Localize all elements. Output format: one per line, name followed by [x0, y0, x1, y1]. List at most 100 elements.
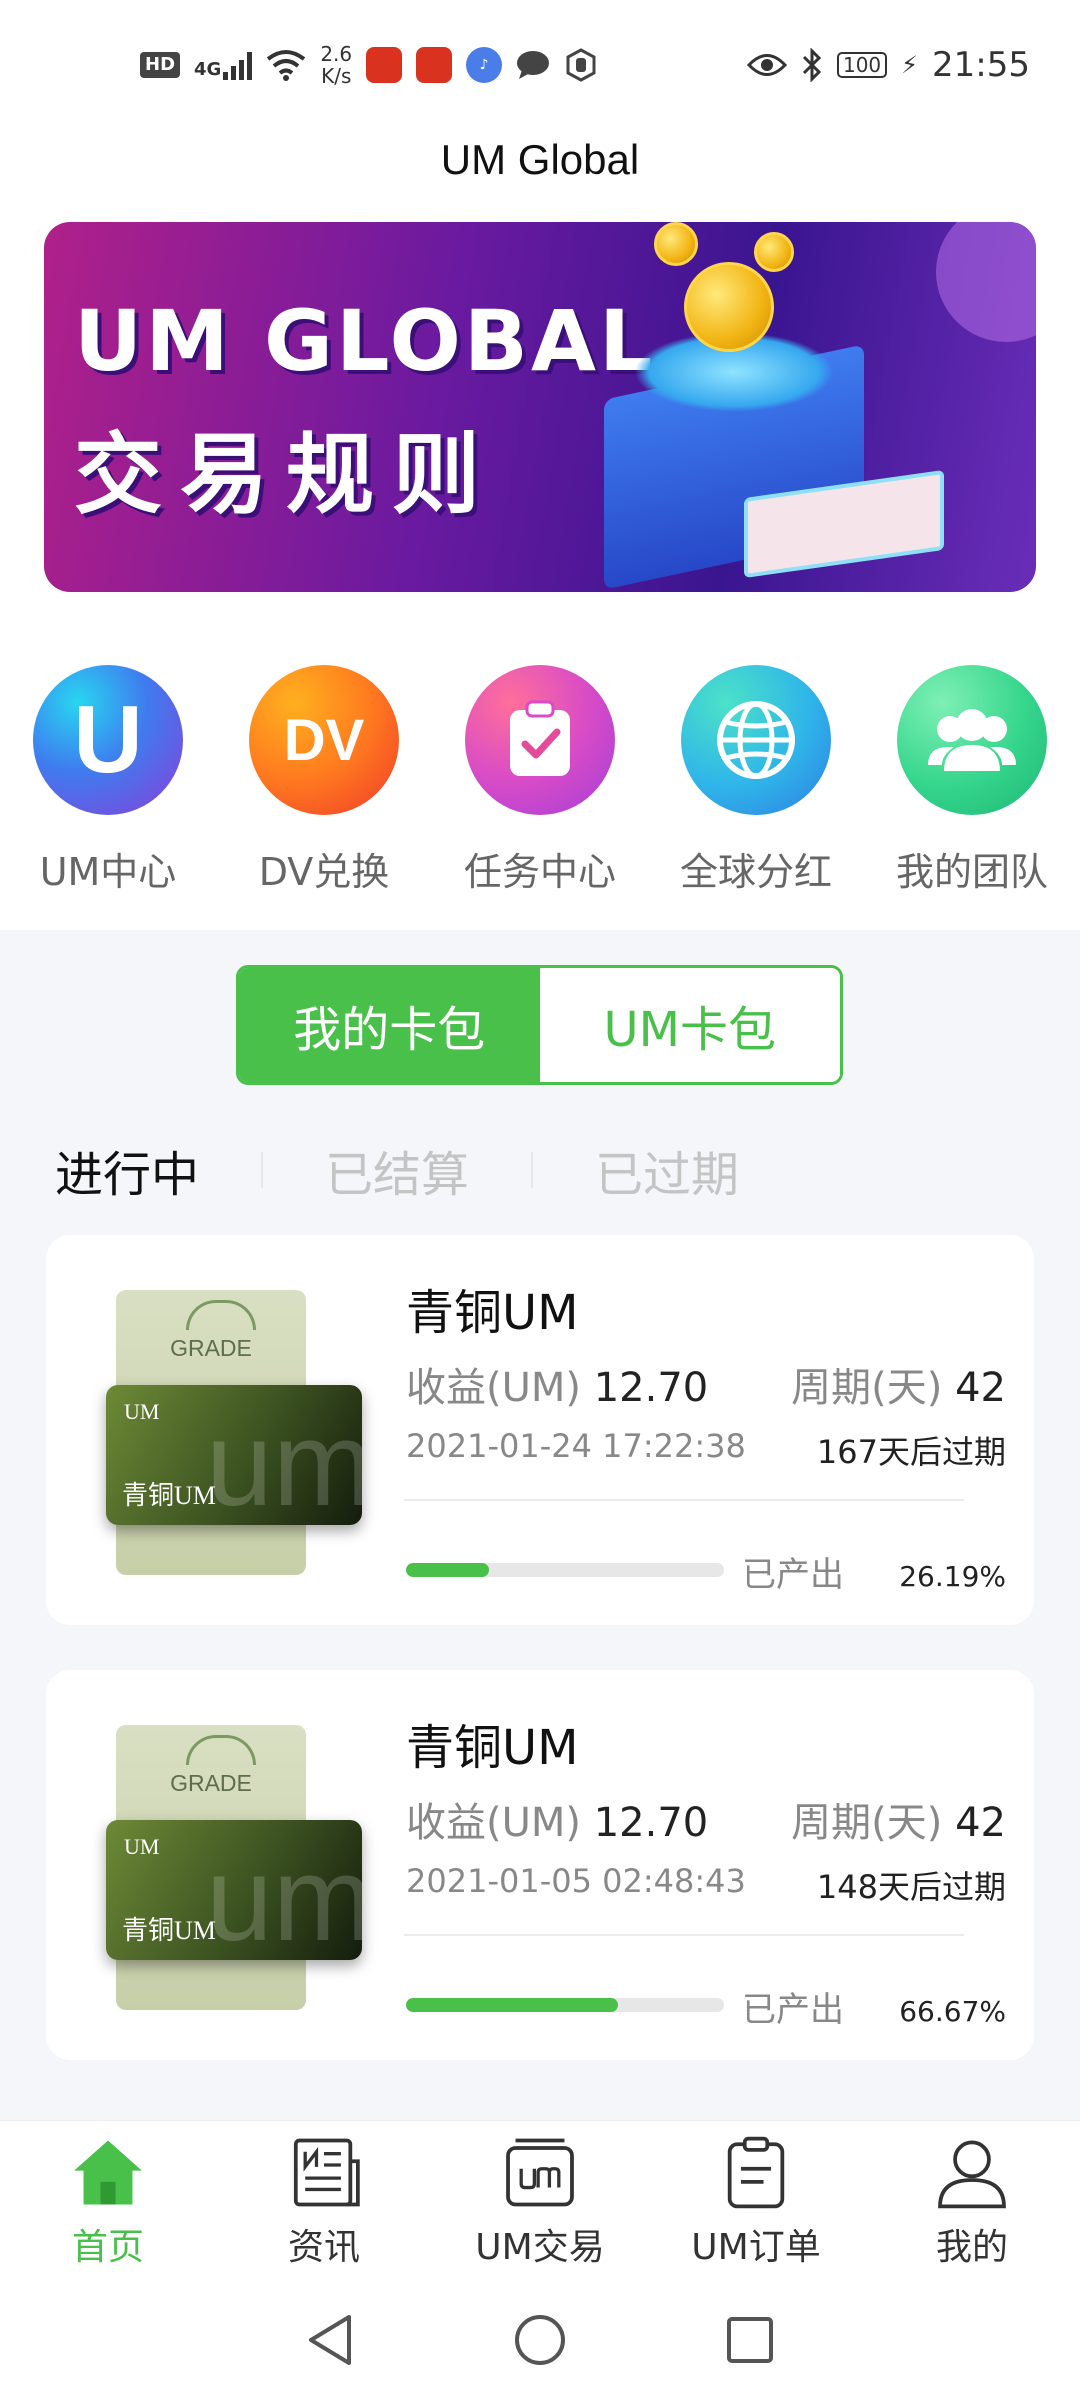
- progress-fill: [406, 1563, 490, 1577]
- bluetooth-icon: [802, 48, 822, 82]
- purchase-date: 2021-01-05 02:48:43: [406, 1862, 746, 1900]
- card-grade-text: GRADE: [170, 1335, 252, 1361]
- banner-subtitle: 交易规则: [74, 423, 499, 526]
- news-icon: [293, 2138, 360, 2207]
- quick-menu-um-center[interactable]: U UM中心: [0, 665, 216, 905]
- quick-menu-dv-exchange[interactable]: DV DV兑换: [216, 665, 432, 905]
- purchase-date: 2021-01-24 17:22:38: [406, 1427, 746, 1465]
- crown-icon: [186, 1300, 256, 1330]
- quick-menu-task-center[interactable]: 任务中心: [432, 665, 648, 905]
- period: 周期(天) 42: [791, 1355, 1006, 1413]
- quick-menu: U UM中心 DV DV兑换 任务中心 全球分红 我的团队: [0, 665, 1080, 905]
- wallet-toggle: 我的卡包 UM卡包: [236, 965, 843, 1085]
- progress-bar: [406, 1563, 724, 1577]
- card-thumbnail: GRADE um UM 青铜UM: [106, 1290, 366, 1580]
- back-triangle-icon: [309, 2315, 351, 2365]
- nav-profile[interactable]: 我的: [864, 2121, 1080, 2270]
- promo-banner[interactable]: UM GLOBAL 交易规则: [44, 222, 1036, 592]
- income-value: 12.70: [593, 1365, 709, 1411]
- status-bar-right: 100 ⚡ 21:55: [746, 45, 1030, 85]
- progress-value: 66.67%: [899, 1995, 1006, 2028]
- quick-menu-label: 全球分红: [679, 850, 832, 894]
- order-card[interactable]: GRADE um UM 青铜UM 青铜UM 收益(UM) 12.70 周期(天)…: [46, 1235, 1034, 1625]
- order-card[interactable]: GRADE um UM 青铜UM 青铜UM 收益(UM) 12.70 周期(天)…: [46, 1670, 1034, 2060]
- card-name-text: 青铜UM: [122, 1481, 216, 1510]
- period-value: 42: [955, 1365, 1006, 1411]
- home-icon: [74, 2140, 142, 2205]
- progress-value: 26.19%: [899, 1560, 1006, 1593]
- charging-icon: ⚡: [901, 51, 919, 79]
- card-meta: 收益(UM) 12.70 周期(天) 42: [406, 1355, 1006, 1413]
- recents-square-icon: [727, 2317, 773, 2363]
- banner-decoration: [936, 222, 1036, 342]
- order-icon: [727, 2136, 785, 2209]
- um-center-glyph: U: [73, 686, 143, 793]
- wifi-icon: [267, 50, 306, 81]
- crown-icon: [186, 1735, 256, 1765]
- music-icon: ♪: [466, 47, 503, 83]
- card-title: 青铜UM: [406, 1285, 579, 1341]
- nav-home[interactable]: 首页: [0, 2121, 216, 2270]
- page-title: UM Global: [440, 136, 640, 183]
- speed-unit: K/s: [321, 64, 352, 88]
- card-thumbnail-front: um UM 青铜UM: [106, 1820, 362, 1960]
- nav-label: 首页: [71, 2227, 144, 2268]
- income: 收益(UM) 12.70: [406, 1355, 708, 1413]
- nav-label: UM订单: [691, 2227, 821, 2268]
- clock: 21:55: [932, 45, 1030, 85]
- card-date-row: 2021-01-05 02:48:43 148天后过期: [406, 1862, 1006, 1908]
- card-watermark: um: [206, 1832, 362, 1960]
- income-label: 收益(UM): [406, 1365, 581, 1411]
- hand-icon: [566, 48, 596, 82]
- nav-news[interactable]: 资讯: [216, 2121, 432, 2270]
- card-name-text: 青铜UM: [122, 1916, 216, 1945]
- network-type: 4G: [194, 59, 222, 80]
- period-label: 周期(天): [791, 1365, 943, 1411]
- nav-um-trade[interactable]: UM交易: [432, 2121, 648, 2270]
- tab-in-progress[interactable]: 进行中: [55, 1135, 199, 1205]
- dv-exchange-icon: DV: [249, 665, 399, 815]
- tab-divider: [531, 1152, 534, 1188]
- period-label: 周期(天): [791, 1800, 943, 1846]
- eye-icon: [746, 54, 787, 76]
- card-logo-text: UM: [124, 1399, 160, 1424]
- card-meta: 收益(UM) 12.70 周期(天) 42: [406, 1790, 1006, 1848]
- globe-icon: [681, 665, 831, 815]
- chat-icon: [517, 51, 550, 79]
- progress-label: 已产出: [742, 1990, 844, 2030]
- income: 收益(UM) 12.70: [406, 1790, 708, 1848]
- progress-info: 已产出 26.19%: [742, 1547, 1006, 1596]
- recents-button[interactable]: [720, 2310, 780, 2370]
- card-grade-text: GRADE: [170, 1770, 252, 1796]
- income-label: 收益(UM): [406, 1800, 581, 1846]
- period: 周期(天) 42: [791, 1790, 1006, 1848]
- back-button[interactable]: [300, 2310, 360, 2370]
- progress-bar: [406, 1998, 724, 2012]
- period-value: 42: [955, 1800, 1006, 1846]
- profile-icon: [938, 2140, 1006, 2209]
- app-notification-icon: [416, 47, 453, 83]
- status-bar: HD 4G 2.6 K/s ♪ 100 ⚡ 21:55: [0, 0, 1080, 130]
- team-icon: [897, 665, 1047, 815]
- um-center-icon: U: [33, 665, 183, 815]
- card-date-row: 2021-01-24 17:22:38 167天后过期: [406, 1427, 1006, 1473]
- quick-menu-global-dividend[interactable]: 全球分红: [648, 665, 864, 905]
- system-nav-bar: [0, 2280, 1080, 2400]
- tab-settled[interactable]: 已结算: [325, 1135, 469, 1205]
- network-indicator: 4G: [194, 50, 253, 80]
- home-system-button[interactable]: [510, 2310, 570, 2370]
- quick-menu-my-team[interactable]: 我的团队: [864, 665, 1080, 905]
- nav-um-order[interactable]: UM订单: [648, 2121, 864, 2270]
- progress-label: 已产出: [742, 1555, 844, 1595]
- coin-icon: [654, 222, 698, 266]
- nav-label: 资讯: [287, 2227, 360, 2268]
- banner-title: UM GLOBAL: [74, 292, 656, 390]
- network-speed: 2.6 K/s: [320, 43, 352, 87]
- tab-expired[interactable]: 已过期: [595, 1135, 739, 1205]
- coin-icon: [754, 232, 794, 272]
- um-card-wallet-tab[interactable]: UM卡包: [539, 968, 840, 1082]
- tab-divider: [261, 1152, 264, 1188]
- battery-indicator: 100: [836, 52, 888, 78]
- my-card-wallet-tab[interactable]: 我的卡包: [239, 968, 540, 1082]
- card-watermark: um: [206, 1397, 362, 1525]
